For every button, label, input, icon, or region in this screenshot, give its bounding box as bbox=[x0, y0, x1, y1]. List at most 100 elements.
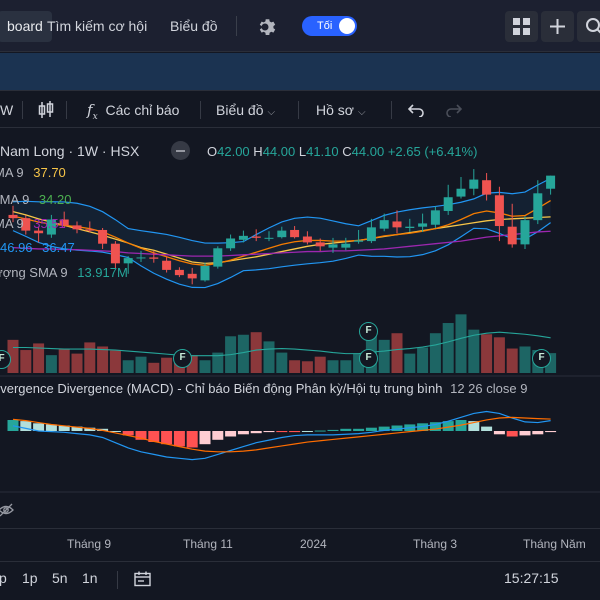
x-tick-label: Tháng 11 bbox=[183, 537, 233, 551]
redo-icon bbox=[446, 104, 463, 118]
toggle-knob bbox=[339, 18, 355, 34]
candle-body bbox=[315, 242, 325, 247]
divider bbox=[391, 101, 392, 119]
financial-report-badge[interactable]: F bbox=[359, 322, 378, 341]
top-navigation-bar: board Tìm kiếm cơ hội Biểu đồ Tối bbox=[0, 0, 600, 52]
range-5n-button[interactable]: 5n bbox=[52, 562, 68, 600]
range-1n-button[interactable]: 1n bbox=[82, 562, 98, 600]
financial-report-badge[interactable]: F bbox=[173, 349, 192, 368]
volume-bar bbox=[97, 346, 109, 373]
volume-bar bbox=[135, 356, 147, 373]
theme-toggle[interactable]: Tối bbox=[302, 16, 357, 36]
search-button[interactable] bbox=[577, 11, 600, 42]
range-button[interactable]: p bbox=[0, 562, 7, 600]
volume-bar bbox=[417, 347, 429, 373]
x-tick-label: Tháng 3 bbox=[413, 537, 458, 551]
volume-bar bbox=[429, 333, 441, 373]
candle-body bbox=[379, 220, 389, 229]
tab-opportunity-search[interactable]: Tìm kiếm cơ hội bbox=[38, 11, 156, 42]
change-value: +2.65 (+6.41%) bbox=[387, 144, 478, 159]
volume-bar bbox=[455, 314, 467, 373]
ma3-value: 35.51 bbox=[33, 216, 66, 231]
chart-type-dropdown[interactable]: Biểu đồ ⌵ bbox=[216, 92, 275, 128]
candle-body bbox=[546, 175, 556, 189]
volume-bar bbox=[58, 348, 70, 373]
layout-button[interactable] bbox=[505, 11, 538, 42]
divider bbox=[298, 101, 299, 119]
range-1p-button[interactable]: 1p bbox=[22, 562, 38, 600]
candle-body bbox=[328, 244, 338, 248]
undo-button[interactable] bbox=[407, 92, 424, 128]
candlestick-icon bbox=[38, 101, 54, 118]
indicators-button[interactable]: fx Các chỉ báo bbox=[87, 92, 179, 128]
candle-body bbox=[469, 179, 479, 189]
volume-bar bbox=[506, 348, 518, 373]
candle-body bbox=[264, 237, 274, 239]
candle-body bbox=[98, 229, 108, 244]
candle-body bbox=[174, 269, 184, 276]
macd-histogram-bar bbox=[519, 431, 531, 436]
close-label: C bbox=[342, 144, 352, 159]
candle-body bbox=[290, 229, 300, 238]
chart-area[interactable] bbox=[0, 128, 600, 560]
financial-report-badge[interactable]: F bbox=[532, 349, 551, 368]
eye-off-icon[interactable] bbox=[0, 502, 14, 518]
time-axis[interactable]: Tháng 9 Tháng 11 2024 Tháng 3 Tháng Năm bbox=[0, 528, 600, 558]
grid-icon bbox=[513, 18, 530, 35]
calendar-icon bbox=[134, 571, 151, 587]
clock-time[interactable]: 15:27:15 (UTC- bbox=[504, 562, 600, 600]
divider bbox=[236, 16, 237, 36]
x-tick-label: Tháng Năm bbox=[523, 537, 586, 551]
open-value: 42.00 bbox=[217, 144, 250, 159]
interval-selector[interactable]: W bbox=[0, 92, 13, 128]
macd-histogram-bar bbox=[263, 431, 275, 433]
financial-report-badge[interactable]: F bbox=[359, 349, 378, 368]
price-chart[interactable] bbox=[0, 128, 600, 560]
candle-body bbox=[494, 195, 504, 227]
plus-icon bbox=[550, 19, 565, 34]
date-range-button[interactable] bbox=[134, 562, 151, 600]
high-value: 44.00 bbox=[262, 144, 296, 159]
volume-bar bbox=[327, 360, 339, 373]
macd-histogram-bar bbox=[545, 431, 557, 433]
volume-bar bbox=[161, 357, 173, 373]
candle-body bbox=[110, 243, 120, 264]
macd-histogram-bar bbox=[7, 420, 19, 431]
hide-legend-button[interactable] bbox=[171, 141, 190, 160]
gear-icon[interactable] bbox=[253, 15, 277, 39]
volume-bar bbox=[314, 356, 326, 373]
chart-style-button[interactable] bbox=[36, 92, 56, 128]
divider bbox=[117, 571, 118, 589]
volume-bar bbox=[481, 334, 493, 373]
volume-bar bbox=[71, 353, 83, 373]
add-button[interactable] bbox=[541, 11, 574, 42]
macd-histogram-bar bbox=[161, 431, 173, 445]
chevron-down-icon: ⌵ bbox=[357, 107, 366, 118]
fx-icon: fx bbox=[87, 101, 98, 122]
macd-histogram-bar bbox=[506, 431, 518, 437]
divider bbox=[200, 101, 201, 119]
tab-charts[interactable]: Biểu đồ bbox=[161, 11, 226, 42]
candle-body bbox=[226, 238, 236, 249]
volume-legend: ượng SMA 9 13.917M bbox=[0, 265, 128, 281]
candle-body bbox=[277, 230, 287, 238]
volume-bar bbox=[109, 350, 121, 373]
volume-bar bbox=[199, 360, 211, 373]
bottom-toolbar: p 1p 5n 1n 15:27:15 (UTC- bbox=[0, 561, 600, 600]
redo-button[interactable] bbox=[446, 92, 463, 128]
candle-body bbox=[430, 210, 440, 225]
volume-bar bbox=[391, 333, 403, 373]
ma2-legend: SMA 9 34.20 bbox=[0, 192, 71, 208]
candle-body bbox=[392, 221, 402, 228]
candle-body bbox=[520, 220, 530, 245]
macd-title: overgence Divergence (MACD) - Chỉ báo Bi… bbox=[0, 381, 443, 396]
macd-histogram-bar bbox=[237, 431, 249, 435]
macd-params: 12 26 close 9 bbox=[450, 381, 528, 396]
low-label: L bbox=[298, 144, 307, 159]
profile-dropdown[interactable]: Hồ sơ ⌵ bbox=[316, 92, 366, 128]
candle-body bbox=[507, 226, 517, 245]
macd-histogram-bar bbox=[225, 431, 237, 437]
macd-histogram-bar bbox=[212, 431, 224, 440]
macd-histogram-bar bbox=[186, 431, 198, 448]
macd-histogram-bar bbox=[250, 431, 262, 434]
